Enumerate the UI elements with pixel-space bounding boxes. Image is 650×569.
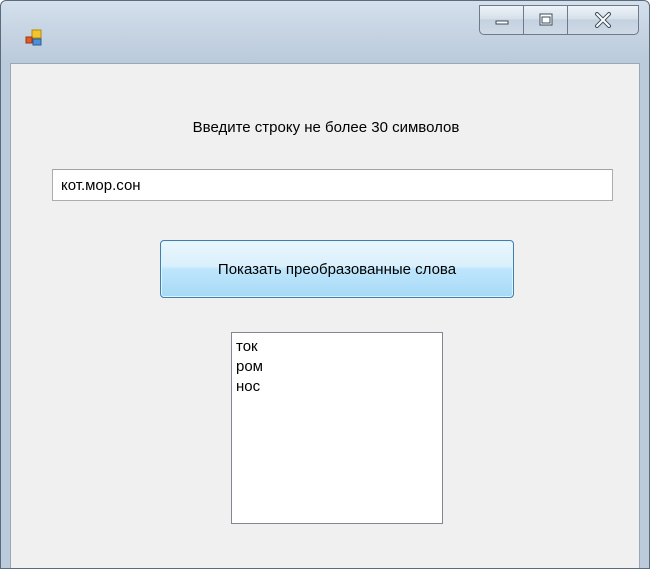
app-window: Введите строку не более 30 символов Пока… [0, 0, 650, 569]
prompt-label: Введите строку не более 30 символов [192, 119, 460, 136]
close-icon [595, 12, 611, 28]
minimize-icon [495, 20, 508, 25]
close-button[interactable] [567, 5, 639, 35]
list-item[interactable]: нос [235, 377, 439, 397]
words-input[interactable] [52, 169, 613, 201]
maximize-button[interactable] [523, 5, 567, 35]
maximize-icon [539, 13, 552, 26]
caption-buttons [479, 5, 639, 35]
results-list[interactable]: ток ром нос [231, 332, 443, 524]
title-bar[interactable] [1, 1, 649, 63]
list-item[interactable]: ток [235, 337, 439, 357]
minimize-button[interactable] [479, 5, 523, 35]
list-item[interactable]: ром [235, 357, 439, 377]
form-client-area: Введите строку не более 30 символов Пока… [10, 63, 640, 568]
windows-forms-app-icon[interactable] [25, 29, 43, 47]
show-transformed-words-button[interactable]: Показать преобразованные слова [160, 240, 514, 298]
